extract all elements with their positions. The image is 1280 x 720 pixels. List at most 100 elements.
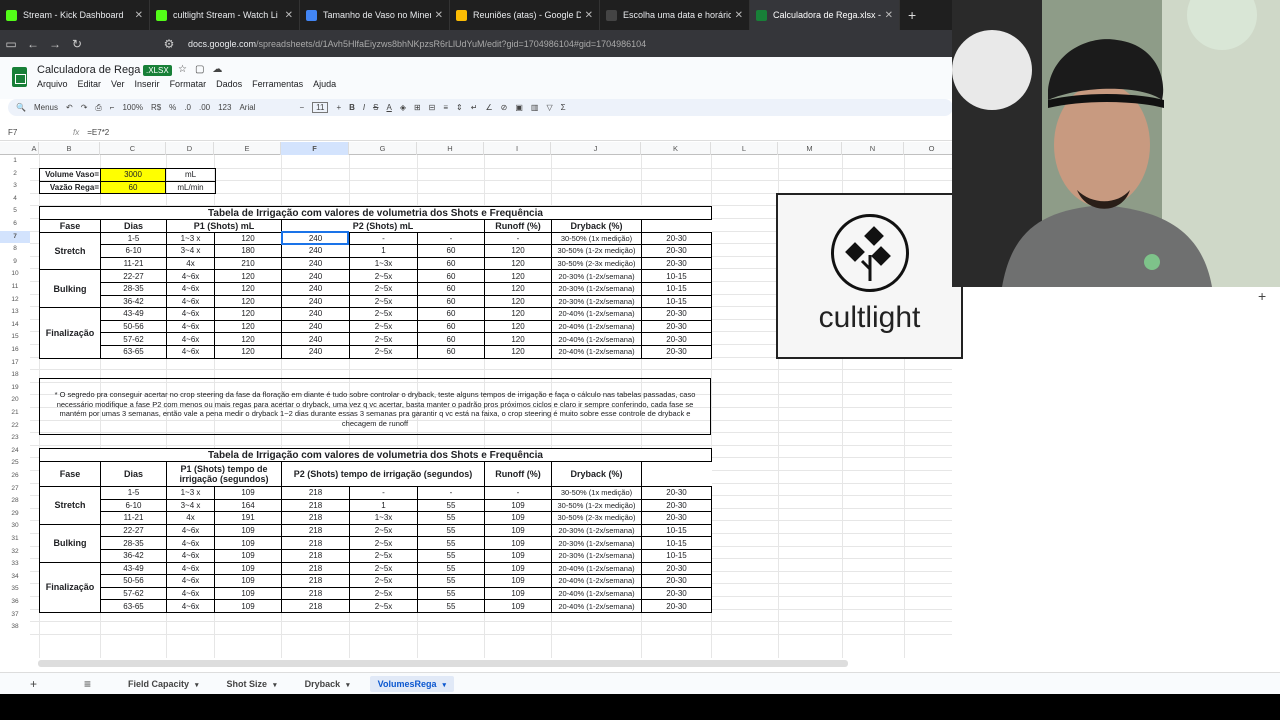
row-header[interactable]: 16 <box>0 344 30 357</box>
table-cell[interactable]: 120 <box>214 344 282 359</box>
table-cell[interactable]: 4~6x <box>166 548 215 563</box>
table-cell[interactable]: 20-30% (1-2x/semana) <box>551 548 642 563</box>
table-cell[interactable]: 6-10 <box>100 498 167 513</box>
row-header[interactable]: 2 <box>0 168 30 181</box>
sheet-tab[interactable]: VolumesRega ▾ <box>369 675 454 692</box>
table-cell[interactable]: 4~6x <box>166 523 215 538</box>
table-cell[interactable]: 4~6x <box>166 586 215 601</box>
table-cell[interactable]: 218 <box>281 486 350 500</box>
table-cell[interactable]: 109 <box>214 548 282 563</box>
table-cell[interactable]: 2~5x <box>349 536 418 550</box>
table-cell[interactable]: 10-15 <box>641 269 712 283</box>
table-cell[interactable]: 218 <box>281 586 350 601</box>
italic-button[interactable]: I <box>363 103 365 112</box>
table-cell[interactable]: 60 <box>417 344 485 359</box>
table-cell[interactable]: 30-50% (1-2x medição) <box>551 244 642 258</box>
insert-chart-icon[interactable]: ▥ <box>531 103 539 112</box>
table-cell[interactable]: 120 <box>484 281 552 296</box>
table-cell[interactable]: 120 <box>214 281 282 296</box>
table-cell[interactable]: - <box>417 231 485 246</box>
table-cell[interactable]: 60 <box>417 256 485 271</box>
row-header[interactable]: 12 <box>0 294 30 307</box>
table-cell[interactable]: 20-30 <box>641 256 712 271</box>
column-header-G[interactable]: G <box>349 142 417 155</box>
table-cell[interactable]: 20-40% (1-2x/semana) <box>551 332 642 346</box>
table-cell[interactable]: 55 <box>417 523 485 538</box>
row-header[interactable]: 14 <box>0 319 30 332</box>
column-header-F[interactable]: F <box>281 142 349 155</box>
menu-item-3[interactable]: Inserir <box>135 79 160 89</box>
table-cell[interactable]: 109 <box>484 498 552 513</box>
table-cell[interactable]: 218 <box>281 561 350 576</box>
site-info-icon[interactable]: ⚙ <box>158 37 180 51</box>
table-cell[interactable]: 120 <box>484 294 552 309</box>
menu-item-0[interactable]: Arquivo <box>37 79 68 89</box>
horizontal-scrollbar[interactable] <box>38 660 848 667</box>
table-cell[interactable]: 60 <box>417 244 485 258</box>
table-cell[interactable]: 20-30% (1-2x/semana) <box>551 294 642 309</box>
table-cell[interactable]: 3~4 x <box>166 498 215 513</box>
tab-close-icon[interactable]: ✕ <box>585 10 593 21</box>
table-cell[interactable]: 218 <box>281 498 350 513</box>
row-header[interactable]: 4 <box>0 193 30 206</box>
table-cell[interactable]: 109 <box>214 574 282 588</box>
merge-cells-icon[interactable]: ⊟ <box>429 103 436 112</box>
table-cell[interactable]: 1~3x <box>349 256 418 271</box>
table-cell[interactable]: 109 <box>214 486 282 500</box>
table-cell[interactable]: 120 <box>214 319 282 334</box>
row-header[interactable]: 28 <box>0 495 30 508</box>
table-cell[interactable]: 20-30 <box>641 344 712 359</box>
column-header-A[interactable]: A <box>30 142 39 155</box>
table-cell[interactable]: - <box>484 231 552 246</box>
strikethrough-button[interactable]: S <box>373 103 378 112</box>
row-header[interactable]: 20 <box>0 394 30 407</box>
table-cell[interactable]: 120 <box>484 332 552 346</box>
table-cell[interactable]: 240 <box>281 307 350 321</box>
table-cell[interactable]: 109 <box>484 511 552 525</box>
row-header[interactable]: 27 <box>0 483 30 496</box>
table-cell[interactable]: 4x <box>166 511 215 525</box>
bold-button[interactable]: B <box>349 103 355 112</box>
currency-format-button[interactable]: R$ <box>151 103 161 112</box>
more-formats-button[interactable]: 123 <box>218 103 231 112</box>
font-select[interactable]: Arial <box>239 103 291 112</box>
table-cell[interactable]: 60 <box>417 294 485 309</box>
text-rotation-icon[interactable]: ∠ <box>485 103 492 112</box>
column-header-E[interactable]: E <box>214 142 281 155</box>
table-cell[interactable]: 20-30 <box>641 319 712 334</box>
font-size-increase-button[interactable]: + <box>336 103 341 112</box>
column-header-L[interactable]: L <box>711 142 778 155</box>
url-field[interactable]: docs.google.com/spreadsheets/d/1Avh5Hlfa… <box>188 39 646 49</box>
table-cell[interactable]: 50-56 <box>100 319 167 334</box>
table-cell[interactable]: 2~5x <box>349 523 418 538</box>
row-header[interactable]: 7 <box>0 230 30 244</box>
table-cell[interactable]: 2~5x <box>349 332 418 346</box>
table-cell[interactable]: 20-40% (1-2x/semana) <box>551 574 642 588</box>
table-cell[interactable]: 4~6x <box>166 536 215 550</box>
table-cell[interactable]: 55 <box>417 498 485 513</box>
table-cell[interactable]: 3~4 x <box>166 244 215 258</box>
table-cell[interactable]: 4~6x <box>166 269 215 283</box>
star-icon[interactable]: ☆ <box>178 64 195 75</box>
table-cell[interactable]: 109 <box>484 536 552 550</box>
table-cell[interactable]: 1~3x <box>349 511 418 525</box>
menu-item-6[interactable]: Ferramentas <box>252 79 303 89</box>
tab-close-icon[interactable]: ✕ <box>135 10 143 21</box>
sidebar-icon[interactable]: ▭ <box>0 37 22 51</box>
table-cell[interactable]: 4~6x <box>166 281 215 296</box>
table-cell[interactable]: 57-62 <box>100 586 167 601</box>
table-cell[interactable]: 2~5x <box>349 548 418 563</box>
table-cell[interactable]: 120 <box>484 244 552 258</box>
table-cell[interactable]: 240 <box>281 244 350 258</box>
table-cell[interactable]: 60 <box>417 332 485 346</box>
row-header[interactable]: 32 <box>0 546 30 559</box>
table-cell[interactable]: 60 <box>417 307 485 321</box>
table-cell[interactable]: 36-42 <box>100 548 167 563</box>
row-header[interactable]: 30 <box>0 520 30 533</box>
table-cell[interactable]: 55 <box>417 599 485 613</box>
borders-icon[interactable]: ⊞ <box>414 103 421 112</box>
table-cell[interactable]: 55 <box>417 561 485 576</box>
add-overlay-icon[interactable]: + <box>1258 288 1266 304</box>
table-cell[interactable]: 240 <box>281 256 350 271</box>
fill-color-icon[interactable]: ◈ <box>400 103 406 112</box>
